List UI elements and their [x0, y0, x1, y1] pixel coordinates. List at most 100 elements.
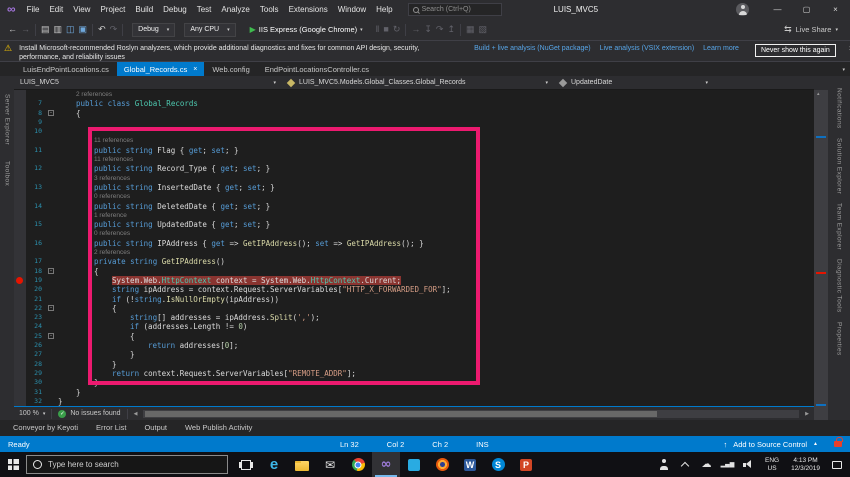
solution-platform-dropdown[interactable]: Any CPU ▾ — [184, 22, 236, 37]
breakpoint-margin[interactable] — [14, 173, 26, 183]
tool-tab-properties[interactable]: Properties — [836, 322, 843, 356]
horizontal-scrollbar-thumb[interactable] — [145, 410, 657, 417]
document-list-chevron-icon[interactable]: ▾ — [842, 67, 845, 73]
hidden-icons-chevron[interactable] — [677, 457, 693, 473]
close-button[interactable]: × — [821, 0, 850, 19]
taskbar-edge-button[interactable] — [260, 452, 288, 477]
breakpoint-margin[interactable] — [14, 368, 26, 379]
codelens-references[interactable]: 11 references — [58, 155, 133, 164]
breakpoint-margin[interactable] — [14, 387, 26, 397]
breakpoint-margin[interactable] — [14, 285, 26, 295]
codelens-references[interactable]: 11 references — [58, 136, 133, 145]
code-line[interactable]: 19 System.Web.HttpContext context = Syste… — [14, 275, 814, 286]
action-center-button[interactable] — [826, 452, 848, 477]
tool-tab-solution-explorer[interactable]: Solution Explorer — [836, 138, 843, 194]
language-indicator[interactable]: ENG US — [765, 457, 779, 472]
breakpoint-margin[interactable] — [14, 248, 26, 258]
taskbar-visual-studio-button[interactable] — [372, 452, 400, 477]
taskbar-powerpoint-button[interactable] — [512, 452, 540, 477]
document-tab[interactable]: Web.config — [205, 62, 256, 76]
taskbar-vscode-button[interactable] — [400, 452, 428, 477]
breakpoint-margin[interactable] — [14, 359, 26, 369]
breakpoint-margin[interactable] — [14, 396, 26, 406]
project-dropdown[interactable]: LUIS_MVC5 ▾ — [14, 76, 282, 89]
redo-icon[interactable]: ↷ — [108, 19, 120, 40]
zoom-level-dropdown[interactable]: 100 % — [19, 410, 39, 417]
tool-tab-toolbox[interactable]: Toolbox — [4, 161, 11, 186]
menu-analyze[interactable]: Analyze — [216, 0, 254, 19]
type-dropdown[interactable]: LUIS_MVC5.Models.Global_Classes.Global_R… — [282, 76, 554, 89]
codelens-references[interactable]: 2 references — [58, 248, 130, 257]
code-line[interactable]: 13 public string InsertedDate { get; set;… — [14, 182, 814, 193]
never-show-again-button[interactable]: Never show this again — [754, 44, 836, 57]
menu-file[interactable]: File — [22, 0, 45, 19]
code-line[interactable]: 18- { — [14, 266, 814, 276]
breakpoint-margin[interactable] — [14, 108, 26, 118]
panel-tab-web-publish-activity[interactable]: Web Publish Activity — [177, 420, 260, 436]
codelens-references[interactable]: 1 reference — [58, 211, 127, 220]
horizontal-scrollbar[interactable] — [143, 409, 800, 418]
codelens-references[interactable]: 3 references — [58, 174, 130, 183]
onedrive-icon[interactable] — [698, 457, 714, 473]
taskbar-word-button[interactable] — [456, 452, 484, 477]
breakpoint-margin[interactable] — [14, 192, 26, 202]
menu-debug[interactable]: Debug — [158, 0, 192, 19]
code-line[interactable]: 10 — [14, 127, 814, 137]
code-line[interactable]: 14 public string DeletedDate { get; set; … — [14, 201, 814, 211]
breakpoint-margin[interactable] — [14, 229, 26, 239]
taskbar-firefox-button[interactable] — [428, 452, 456, 477]
taskbar-file-explorer-button[interactable] — [288, 452, 316, 477]
menu-test[interactable]: Test — [192, 0, 217, 19]
quick-search-box[interactable]: Search (Ctrl+Q) — [407, 3, 502, 16]
show-next-statement-icon[interactable]: → — [409, 19, 422, 40]
code-line[interactable]: 16 public string IPAddress { get => GetIP… — [14, 238, 814, 249]
panel-tab-conveyor-by-keyoti[interactable]: Conveyor by Keyoti — [5, 420, 86, 436]
code-line[interactable]: 15 public string UpdatedDate { get; set; … — [14, 220, 814, 230]
add-to-source-control-button[interactable]: Add to Source Control — [733, 440, 807, 449]
breakpoint-margin[interactable] — [14, 201, 26, 211]
start-debugging-button[interactable]: ▶ IIS Express (Google Chrome) ▾ — [244, 22, 369, 37]
document-tab[interactable]: Global_Records.cs × — [116, 62, 205, 76]
pause-icon[interactable]: ‖ — [374, 19, 382, 40]
codelens-references[interactable]: 2 references — [58, 90, 112, 99]
collapse-icon[interactable]: - — [48, 333, 54, 340]
member-dropdown[interactable]: UpdatedDate ▾ — [554, 76, 714, 89]
code-line[interactable]: 7 public class Global_Records — [14, 99, 814, 109]
clock[interactable]: 4:13 PM 12/3/2019 — [791, 457, 820, 472]
menu-view[interactable]: View — [68, 0, 95, 19]
code-line[interactable]: 24 if (addresses.Length != 0) — [14, 322, 814, 332]
breakpoint-margin[interactable] — [14, 155, 26, 165]
tool-tab-diagnostic-tools[interactable]: Diagnostic Tools — [836, 259, 843, 313]
code-line[interactable]: 30} — [14, 378, 814, 388]
code-line[interactable]: 29 return context.Request.ServerVariables… — [14, 368, 814, 379]
scroll-up-icon[interactable]: ▴ — [817, 91, 820, 97]
people-icon[interactable] — [656, 457, 672, 473]
code-line[interactable]: 26 return addresses[0]; — [14, 341, 814, 351]
code-line[interactable]: 8- { — [14, 108, 814, 118]
code-line[interactable]: 31} — [14, 387, 814, 397]
document-tab[interactable]: EndPointLocationsController.cs — [258, 62, 376, 76]
taskbar-chrome-button[interactable] — [344, 452, 372, 477]
menu-help[interactable]: Help — [371, 0, 397, 19]
test-explorer-icon[interactable]: ▧ — [477, 19, 490, 40]
breakpoint-margin[interactable] — [14, 322, 26, 332]
breakpoint-margin[interactable] — [14, 90, 26, 100]
breakpoint-margin[interactable] — [14, 182, 26, 193]
breakpoint-margin[interactable] — [14, 117, 26, 128]
breakpoint-margin[interactable] — [14, 99, 26, 109]
tool-tab-team-explorer[interactable]: Team Explorer — [836, 203, 843, 250]
taskbar-mail-button[interactable] — [316, 452, 344, 477]
start-button[interactable] — [0, 452, 26, 477]
panel-tab-error-list[interactable]: Error List — [88, 420, 134, 436]
code-line[interactable]: 21 if (!string.IsNullOrEmpty(ipAddress)) — [14, 294, 814, 304]
breakpoint-margin[interactable] — [14, 313, 26, 323]
step-out-icon[interactable]: ↥ — [445, 19, 457, 40]
solution-configuration-dropdown[interactable]: Debug ▾ — [132, 22, 176, 37]
menu-extensions[interactable]: Extensions — [284, 0, 333, 19]
breakpoint-margin[interactable] — [14, 266, 26, 276]
panel-tab-output[interactable]: Output — [136, 420, 175, 436]
code-line[interactable]: 25- { — [14, 331, 814, 342]
code-line[interactable]: 17 private string GetIPAddress() — [14, 257, 814, 267]
user-avatar-icon[interactable] — [736, 3, 749, 16]
breakpoint-margin[interactable] — [14, 220, 26, 230]
